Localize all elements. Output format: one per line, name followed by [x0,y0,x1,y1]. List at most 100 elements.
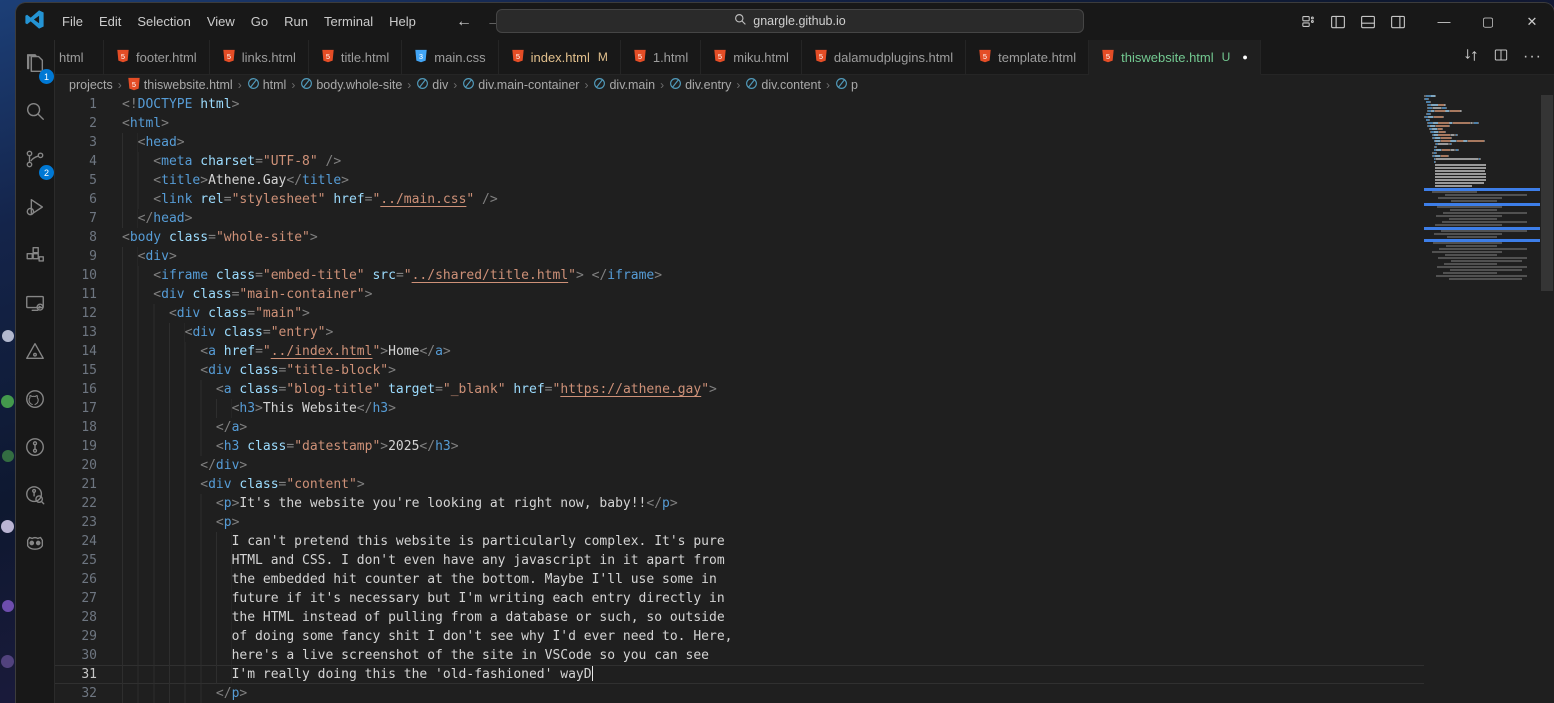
code-line-11[interactable]: 11<div class="main-container"> [55,285,1424,304]
line-number[interactable]: 31 [55,665,97,684]
line-number[interactable]: 10 [55,266,97,285]
line-number[interactable]: 4 [55,152,97,171]
code-line-31[interactable]: 31I'm really doing this the 'old-fashion… [55,665,1424,684]
code-line-27[interactable]: 27future if it's necessary but I'm writi… [55,589,1424,608]
code-line-24[interactable]: 24I can't pretend this website is partic… [55,532,1424,551]
line-number[interactable]: 28 [55,608,97,627]
code-line-15[interactable]: 15<div class="title-block"> [55,361,1424,380]
line-number[interactable]: 25 [55,551,97,570]
crumb-html[interactable]: html [247,77,287,93]
menu-selection[interactable]: Selection [129,10,198,33]
command-center-search[interactable]: gnargle.github.io [496,9,1084,33]
code-line-18[interactable]: 18</a> [55,418,1424,437]
line-number[interactable]: 24 [55,532,97,551]
activity-gitlens-search[interactable] [18,480,52,514]
tab-html[interactable]: html [55,40,104,74]
line-number[interactable]: 16 [55,380,97,399]
crumb-div.main-container[interactable]: div.main-container [462,77,579,93]
code-line-8[interactable]: 8<body class="whole-site"> [55,228,1424,247]
scrollbar-thumb[interactable] [1541,95,1553,291]
line-number[interactable]: 2 [55,114,97,133]
line-number[interactable]: 26 [55,570,97,589]
line-number[interactable]: 13 [55,323,97,342]
code-line-25[interactable]: 25HTML and CSS. I don't even have any ja… [55,551,1424,570]
code-line-20[interactable]: 20</div> [55,456,1424,475]
code-line-5[interactable]: 5<title>Athene.Gay</title> [55,171,1424,190]
crumb-div.main[interactable]: div.main [593,77,655,93]
tab-title.html[interactable]: 5title.html [309,40,402,74]
tab-dalamudplugins.html[interactable]: 5dalamudplugins.html [802,40,966,74]
minimap[interactable] [1424,95,1540,703]
activity-godot-tools[interactable] [18,528,52,562]
menu-run[interactable]: Run [276,10,316,33]
code-line-3[interactable]: 3<head> [55,133,1424,152]
menu-file[interactable]: File [54,10,91,33]
line-number[interactable]: 21 [55,475,97,494]
tab-thiswebsite.html[interactable]: 5thiswebsite.htmlU● [1089,40,1261,75]
activity-remote-explorer[interactable] [18,288,52,322]
line-number[interactable]: 9 [55,247,97,266]
crumb-div.entry[interactable]: div.entry [669,77,731,93]
line-number[interactable]: 27 [55,589,97,608]
line-number[interactable]: 3 [55,133,97,152]
code-line-32[interactable]: 32</p> [55,684,1424,703]
tab-index.html[interactable]: 5index.htmlM [499,40,621,74]
code-line-6[interactable]: 6<link rel="stylesheet" href="../main.cs… [55,190,1424,209]
close-button[interactable]: ✕ [1510,3,1554,40]
toggle-primary-sidebar-icon[interactable] [1328,12,1348,32]
activity-source-control[interactable]: 2 [18,144,52,178]
menu-view[interactable]: View [199,10,243,33]
toggle-panel-icon[interactable] [1358,12,1378,32]
vertical-scrollbar[interactable] [1540,95,1554,703]
code-line-16[interactable]: 16<a class="blog-title" target="_blank" … [55,380,1424,399]
line-number[interactable]: 18 [55,418,97,437]
line-number[interactable]: 23 [55,513,97,532]
code-line-23[interactable]: 23<p> [55,513,1424,532]
menu-terminal[interactable]: Terminal [316,10,381,33]
crumb-root[interactable]: projects [69,78,113,92]
code-line-29[interactable]: 29of doing some fancy shit I don't see w… [55,627,1424,646]
activity-triangle-extension[interactable] [18,336,52,370]
line-number[interactable]: 29 [55,627,97,646]
code-line-26[interactable]: 26the embedded hit counter at the bottom… [55,570,1424,589]
code-line-30[interactable]: 30here's a live screenshot of the site i… [55,646,1424,665]
line-number[interactable]: 30 [55,646,97,665]
crumb-div[interactable]: div [416,77,448,93]
line-number[interactable]: 14 [55,342,97,361]
line-number[interactable]: 12 [55,304,97,323]
code-line-12[interactable]: 12<div class="main"> [55,304,1424,323]
activity-search[interactable] [18,96,52,130]
code-line-14[interactable]: 14<a href="../index.html">Home</a> [55,342,1424,361]
line-number[interactable]: 1 [55,95,97,114]
code-line-19[interactable]: 19<h3 class="datestamp">2025</h3> [55,437,1424,456]
tab-links.html[interactable]: 5links.html [210,40,309,74]
crumb-body.whole-site[interactable]: body.whole-site [300,77,402,93]
code-line-28[interactable]: 28the HTML instead of pulling from a dat… [55,608,1424,627]
tab-miku.html[interactable]: 5miku.html [701,40,802,74]
code-line-2[interactable]: 2<html> [55,114,1424,133]
line-number[interactable]: 17 [55,399,97,418]
line-number[interactable]: 32 [55,684,97,703]
tab-main.css[interactable]: 3main.css [402,40,498,74]
line-number[interactable]: 19 [55,437,97,456]
tab-1.html[interactable]: 51.html [621,40,701,74]
menu-go[interactable]: Go [243,10,276,33]
code-line-9[interactable]: 9<div> [55,247,1424,266]
open-changes-icon[interactable] [1463,47,1479,68]
line-number[interactable]: 15 [55,361,97,380]
code-line-1[interactable]: 1<!DOCTYPE html> [55,95,1424,114]
menu-edit[interactable]: Edit [91,10,129,33]
activity-extensions[interactable] [18,240,52,274]
line-number[interactable]: 22 [55,494,97,513]
minimize-button[interactable]: — [1422,3,1466,40]
crumb-file[interactable]: 5thiswebsite.html [127,77,233,94]
activity-explorer[interactable]: 1 [18,48,52,82]
maximize-button[interactable]: ▢ [1466,3,1510,40]
code-line-22[interactable]: 22<p>It's the website you're looking at … [55,494,1424,513]
tab-template.html[interactable]: 5template.html [966,40,1089,74]
activity-github[interactable] [18,384,52,418]
crumb-p[interactable]: p [835,77,858,93]
code-line-4[interactable]: 4<meta charset="UTF-8" /> [55,152,1424,171]
code-area[interactable]: 1<!DOCTYPE html>2<html>3<head>4<meta cha… [55,95,1424,703]
customize-layout-icon[interactable] [1298,12,1318,32]
